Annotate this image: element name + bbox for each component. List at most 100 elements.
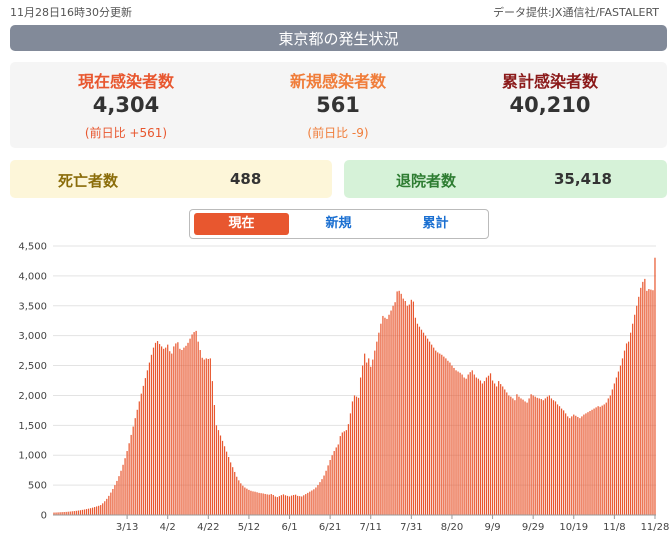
- bar: [205, 358, 207, 515]
- bar: [526, 402, 528, 515]
- x-tick-label: 4/22: [197, 522, 219, 533]
- bar: [191, 334, 193, 515]
- bar: [524, 401, 526, 515]
- bar: [567, 416, 569, 515]
- bar: [254, 491, 256, 515]
- bar: [211, 381, 213, 515]
- bar: [165, 347, 167, 515]
- bar: [532, 395, 534, 515]
- bar: [382, 315, 384, 515]
- deaths-box: 死亡者数 488: [10, 160, 332, 198]
- bar: [457, 371, 459, 515]
- x-tick-label: 6/21: [319, 522, 341, 533]
- y-tick-label: 3,000: [18, 331, 47, 342]
- bar: [161, 346, 163, 515]
- bar: [522, 399, 524, 515]
- bar: [563, 410, 565, 515]
- bar: [461, 374, 463, 515]
- bar: [321, 479, 323, 515]
- bar: [611, 389, 613, 515]
- bar: [138, 401, 140, 515]
- bar: [500, 384, 502, 515]
- bar: [402, 298, 404, 515]
- bar: [459, 372, 461, 515]
- y-tick-label: 4,500: [18, 242, 47, 253]
- bar: [546, 396, 548, 515]
- bar: [502, 386, 504, 515]
- stat-total: 累計感染者数 40,210: [450, 68, 650, 117]
- bar: [437, 352, 439, 515]
- bar: [433, 347, 435, 515]
- bar: [230, 462, 232, 515]
- bar: [443, 356, 445, 515]
- bar: [262, 493, 264, 515]
- bar: [144, 378, 146, 515]
- bar: [282, 494, 285, 515]
- recovered-label: 退院者数: [396, 172, 457, 190]
- bar: [234, 471, 236, 515]
- bar: [89, 508, 92, 515]
- x-tick-label: 11/28: [641, 522, 669, 533]
- bar: [278, 496, 280, 515]
- bar: [345, 430, 347, 515]
- bar: [79, 510, 82, 515]
- bar: [270, 494, 272, 515]
- y-tick-label: 3,500: [18, 301, 47, 312]
- bar: [244, 487, 246, 515]
- bar: [420, 329, 423, 515]
- bar: [189, 338, 191, 515]
- bar: [309, 491, 311, 515]
- bar: [209, 358, 211, 515]
- bar: [150, 354, 153, 515]
- bar: [642, 281, 644, 515]
- bar: [152, 347, 155, 515]
- bar: [431, 344, 433, 515]
- x-tick-label: 11/8: [603, 522, 625, 533]
- bar: [577, 416, 579, 515]
- bar: [132, 426, 134, 515]
- bar: [477, 378, 479, 515]
- bar: [104, 501, 106, 515]
- bar: [248, 489, 250, 515]
- bar: [388, 314, 390, 515]
- stat-current-diff: (前日比 +561): [84, 126, 168, 140]
- x-tick-label: 7/11: [360, 522, 382, 533]
- bar: [142, 385, 144, 515]
- bar: [487, 375, 490, 515]
- bar: [550, 398, 553, 515]
- bar: [116, 480, 118, 515]
- bar: [451, 365, 453, 515]
- bar: [380, 323, 382, 515]
- bar: [489, 373, 492, 515]
- bar: [163, 348, 165, 515]
- bar: [333, 451, 335, 515]
- bar: [396, 291, 398, 515]
- bar: [341, 432, 343, 515]
- bar: [311, 490, 313, 515]
- bar: [94, 507, 96, 515]
- bar: [258, 492, 260, 515]
- bar: [337, 444, 339, 515]
- bar: [122, 464, 124, 515]
- x-tick-label: 6/1: [281, 522, 297, 533]
- bar: [646, 290, 648, 515]
- bar: [343, 431, 345, 515]
- deaths-value: 488: [230, 170, 262, 188]
- bar: [408, 304, 410, 515]
- bar: [601, 405, 603, 515]
- bar: [538, 398, 540, 515]
- bar: [276, 497, 278, 515]
- bar: [134, 418, 136, 515]
- bar: [331, 455, 333, 515]
- bar: [426, 338, 429, 515]
- bar: [593, 408, 595, 515]
- recovered-box: 退院者数 35,418: [344, 160, 667, 198]
- bar: [325, 470, 327, 515]
- bar: [264, 493, 266, 515]
- x-tick-label: 7/31: [400, 522, 422, 533]
- bar: [305, 494, 307, 515]
- stat-total-label: 累計感染者数: [501, 72, 598, 91]
- bar: [175, 343, 177, 515]
- bar: [185, 345, 187, 515]
- bar: [303, 495, 305, 515]
